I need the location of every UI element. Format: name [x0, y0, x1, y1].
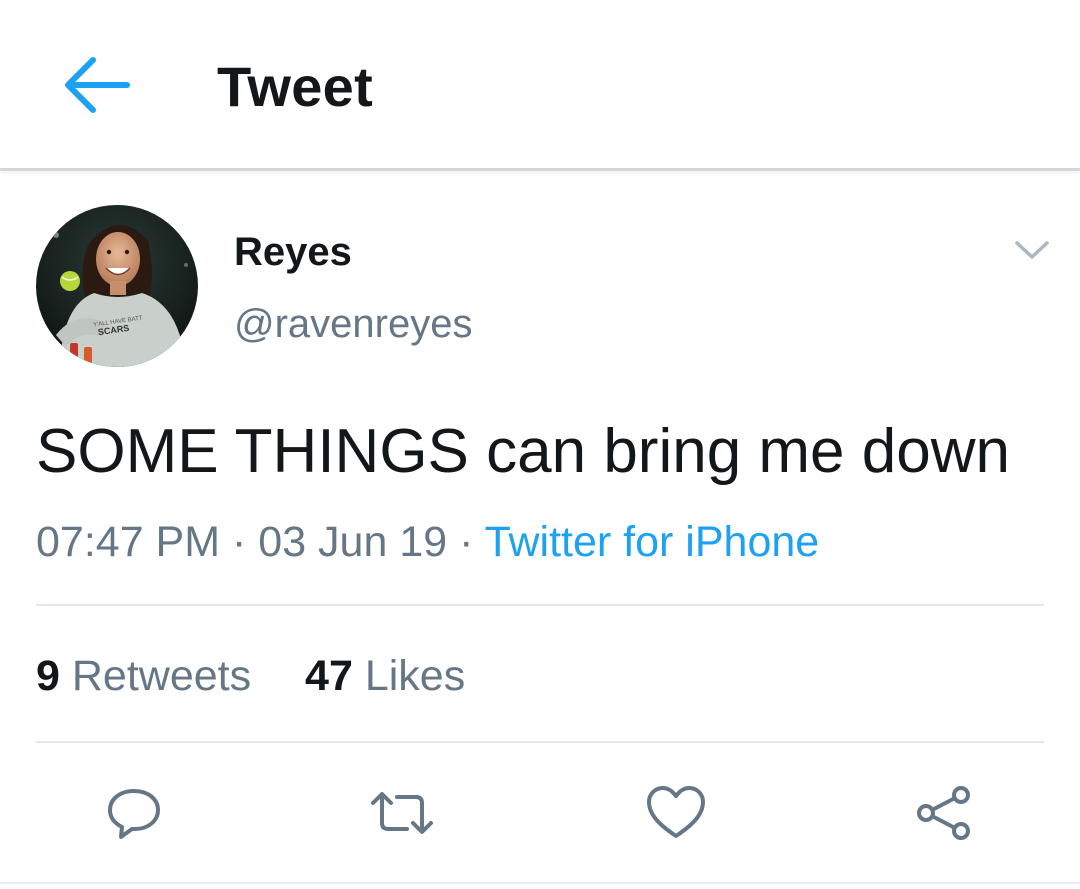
tweet-stats: 9 Retweets 47 Likes [36, 646, 465, 706]
retweets-label: Retweets [71, 652, 252, 700]
chevron-down-icon [1015, 241, 1049, 259]
like-button[interactable] [640, 778, 712, 848]
tweet-source-link[interactable]: Twitter for iPhone [485, 518, 820, 566]
author-handle[interactable]: @ravenreyes [234, 296, 472, 352]
divider [36, 741, 1044, 743]
retweets-count: 9 [36, 652, 60, 700]
tweet-text: SOME THINGS can bring me down [36, 417, 1010, 486]
divider [36, 604, 1044, 606]
retweets-stat[interactable]: 9 Retweets [36, 652, 251, 700]
retweet-button[interactable] [366, 778, 438, 848]
likes-count: 47 [305, 652, 353, 700]
back-button[interactable] [58, 50, 134, 120]
tweet-menu-button[interactable] [1008, 228, 1056, 272]
tweet-detail-screen: Tweet Y'ALL HAVE BATT SCARS Reyes @raven… [0, 0, 1080, 889]
share-button[interactable] [908, 778, 980, 848]
reply-button[interactable] [98, 778, 170, 848]
arrow-left-icon [65, 57, 130, 113]
likes-label: Likes [364, 652, 466, 700]
meta-separator-2: · [447, 518, 485, 566]
page-title: Tweet [217, 55, 374, 118]
share-icon [917, 786, 970, 840]
tweet-date: 03 Jun 19 [258, 518, 448, 566]
tweet-actions-bar [0, 778, 1080, 848]
avatar[interactable]: Y'ALL HAVE BATT SCARS [36, 205, 198, 367]
avatar-image: Y'ALL HAVE BATT SCARS [36, 205, 198, 367]
author-display-name[interactable]: Reyes [234, 224, 352, 280]
retweet-icon [371, 792, 433, 834]
tweet-time: 07:47 PM [36, 518, 221, 566]
heart-icon [647, 786, 705, 838]
tweet-meta: 07:47 PM · 03 Jun 19 · Twitter for iPhon… [36, 512, 819, 572]
likes-stat[interactable]: 47 Likes [305, 652, 465, 700]
top-app-bar: Tweet [0, 0, 1080, 171]
bottom-divider [0, 882, 1080, 884]
reply-icon [108, 789, 160, 839]
meta-separator: · [220, 518, 259, 566]
